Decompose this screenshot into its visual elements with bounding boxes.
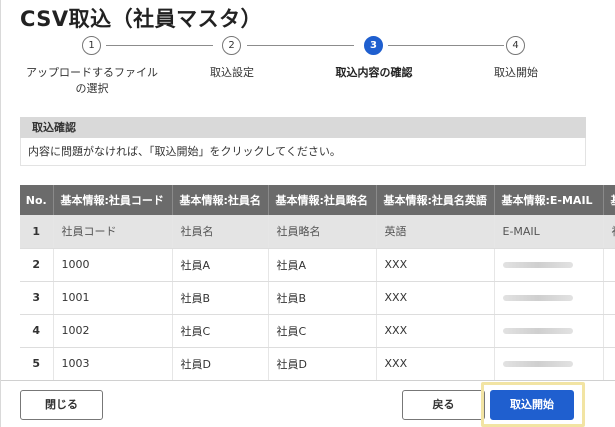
table-row: 3 1001 社員B 社員B XXX <box>20 281 615 315</box>
redacted-email <box>502 262 573 268</box>
redacted-email <box>502 328 573 334</box>
cell-employee-code: 1003 <box>53 347 173 380</box>
step-1-circle: 1 <box>82 36 101 55</box>
cell-employee-name: 社員A <box>172 248 269 282</box>
cell-employee-short-name: 社員B <box>268 281 377 315</box>
cell-employee-code: 1000 <box>53 248 173 282</box>
table-row: 5 1003 社員D 社員D XXX <box>20 347 615 380</box>
row-number: 3 <box>20 281 54 315</box>
close-button[interactable]: 閉じる <box>20 390 103 420</box>
row-number: 2 <box>20 248 54 282</box>
import-preview-table: No. 基本情報:社員コード 基本情報:社員名 基本情報:社員略名 基本情報:社… <box>20 185 615 380</box>
cell-next <box>603 347 615 380</box>
cell-employee-code: 1002 <box>53 314 173 348</box>
import-preview-table-container[interactable]: No. 基本情報:社員コード 基本情報:社員名 基本情報:社員略名 基本情報:社… <box>20 185 615 380</box>
cell-employee-english-name: 英語 <box>376 215 495 249</box>
table-row: 4 1002 社員C 社員C XXX <box>20 314 615 348</box>
step-1-label: アップロードするファイル の選択 <box>26 66 158 95</box>
cell-email: E-MAIL <box>494 215 604 249</box>
start-import-button[interactable]: 取込開始 <box>490 390 574 420</box>
row-number: 4 <box>20 314 54 348</box>
step-4-circle: 4 <box>506 36 525 55</box>
confirm-message: 内容に問題がなければ、「取込開始」をクリックしてください。 <box>20 138 586 166</box>
table-row: 1 社員コード 社員名 社員略名 英語 E-MAIL 社 <box>20 215 615 249</box>
table-header-row: No. 基本情報:社員コード 基本情報:社員名 基本情報:社員略名 基本情報:社… <box>20 185 615 215</box>
import-stepper: 1 2 3 4 アップロードするファイル の選択 取込設定 取込内容の確認 取込… <box>1 36 615 106</box>
column-header-email: 基本情報:E-MAIL <box>494 185 604 215</box>
column-header-next: 基 <box>603 185 615 215</box>
row-number: 1 <box>20 215 54 249</box>
column-header-employee-short-name: 基本情報:社員略名 <box>268 185 377 215</box>
page-title: CSV取込（社員マスタ） <box>20 7 263 31</box>
cell-employee-name: 社員名 <box>172 215 269 249</box>
cell-email-redacted <box>494 248 604 282</box>
cell-employee-code: 社員コード <box>53 215 173 249</box>
column-header-employee-name: 基本情報:社員名 <box>172 185 269 215</box>
cell-employee-short-name: 社員A <box>268 248 377 282</box>
cell-email-redacted <box>494 281 604 315</box>
redacted-email <box>502 361 573 367</box>
section-title-import-confirm: 取込確認 <box>20 117 586 138</box>
csv-import-dialog: CSV取込（社員マスタ） 1 2 3 4 アップロードするファイル の選択 取込… <box>0 0 615 427</box>
cell-employee-english-name: XXX <box>376 248 495 282</box>
step-4-label: 取込開始 <box>494 66 538 79</box>
cell-employee-english-name: XXX <box>376 347 495 380</box>
cell-employee-short-name: 社員D <box>268 347 377 380</box>
cell-employee-short-name: 社員C <box>268 314 377 348</box>
step-3-circle: 3 <box>364 36 383 55</box>
redacted-email <box>502 295 573 301</box>
step-2-circle: 2 <box>222 36 241 55</box>
step-2-label: 取込設定 <box>210 66 254 79</box>
step-connector <box>247 45 354 46</box>
dialog-footer: 閉じる 戻る 取込開始 <box>1 380 615 427</box>
cell-employee-english-name: XXX <box>376 281 495 315</box>
row-number: 5 <box>20 347 54 380</box>
step-connector <box>106 45 213 46</box>
cell-next <box>603 281 615 315</box>
cell-next <box>603 248 615 282</box>
cell-employee-code: 1001 <box>53 281 173 315</box>
cell-next <box>603 314 615 348</box>
table-row: 2 1000 社員A 社員A XXX <box>20 248 615 282</box>
cell-employee-name: 社員C <box>172 314 269 348</box>
cell-email-redacted <box>494 347 604 380</box>
cell-employee-name: 社員D <box>172 347 269 380</box>
back-button[interactable]: 戻る <box>402 390 485 420</box>
step-3-label: 取込内容の確認 <box>335 66 413 79</box>
cell-next: 社 <box>603 215 615 249</box>
cell-employee-short-name: 社員略名 <box>268 215 377 249</box>
cell-email-redacted <box>494 314 604 348</box>
column-header-employee-english-name: 基本情報:社員名英語 <box>376 185 495 215</box>
step-connector <box>388 45 504 46</box>
cell-employee-english-name: XXX <box>376 314 495 348</box>
column-header-employee-code: 基本情報:社員コード <box>53 185 173 215</box>
column-header-no: No. <box>20 185 54 215</box>
cell-employee-name: 社員B <box>172 281 269 315</box>
